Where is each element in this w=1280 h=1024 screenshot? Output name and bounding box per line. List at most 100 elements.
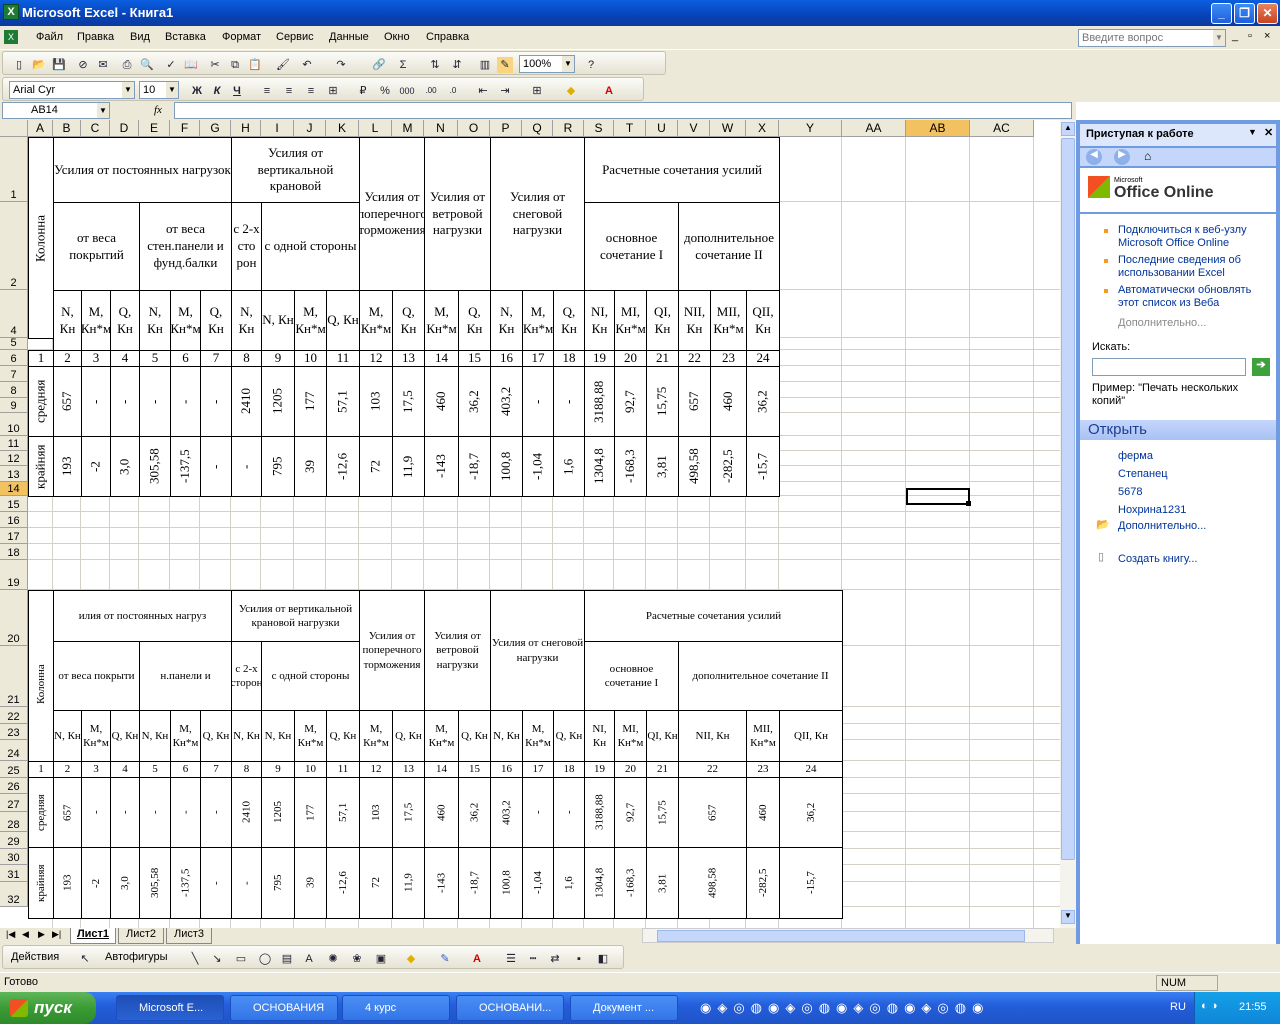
row-header-16[interactable]: 16 bbox=[0, 512, 28, 528]
chevron-down-icon[interactable]: ▼ bbox=[97, 103, 109, 118]
task-folder-4kurs[interactable]: 4 курс bbox=[342, 995, 450, 1021]
tray-icons[interactable]: ◐ ◑ bbox=[1201, 1000, 1217, 1012]
forward-icon[interactable]: ▶ bbox=[1114, 149, 1130, 165]
percent-icon[interactable]: % bbox=[377, 83, 393, 99]
column-header-I[interactable]: I bbox=[261, 120, 294, 137]
currency-icon[interactable]: ₽ bbox=[355, 83, 371, 99]
column-header-Q[interactable]: Q bbox=[522, 120, 553, 137]
font-select[interactable]: Arial Cyr ▼ bbox=[9, 81, 135, 99]
row-header-28[interactable]: 28 bbox=[0, 812, 28, 832]
active-cell-AB14[interactable] bbox=[906, 488, 970, 505]
column-header-V[interactable]: V bbox=[678, 120, 710, 137]
last-sheet-icon[interactable]: ▶| bbox=[52, 929, 61, 940]
help-icon[interactable]: ? bbox=[583, 57, 599, 73]
redo-icon[interactable]: ↷ bbox=[333, 57, 349, 73]
column-header-L[interactable]: L bbox=[359, 120, 392, 137]
column-header-G[interactable]: G bbox=[200, 120, 231, 137]
column-header-AA[interactable]: AA bbox=[842, 120, 906, 137]
chevron-down-icon[interactable]: ▼ bbox=[166, 82, 178, 98]
print-preview-icon[interactable]: 🔍 bbox=[139, 57, 155, 73]
column-header-E[interactable]: E bbox=[139, 120, 170, 137]
bold-button[interactable]: Ж bbox=[189, 83, 205, 99]
column-header-D[interactable]: D bbox=[110, 120, 139, 137]
column-header-N[interactable]: N bbox=[424, 120, 458, 137]
row-header-9[interactable]: 9 bbox=[0, 398, 28, 413]
column-header-U[interactable]: U bbox=[646, 120, 678, 137]
scroll-thumb[interactable] bbox=[1061, 138, 1075, 860]
name-box[interactable]: AB14 ▼ bbox=[2, 102, 110, 119]
row-header-29[interactable]: 29 bbox=[0, 832, 28, 849]
autoshapes-menu[interactable]: Автофигуры bbox=[105, 951, 168, 963]
font-size-select[interactable]: 10 ▼ bbox=[139, 81, 179, 99]
search-go-icon[interactable]: ➔ bbox=[1252, 358, 1270, 376]
row-header-10[interactable]: 10 bbox=[0, 413, 28, 436]
arrow-style-icon[interactable]: ⇄ bbox=[547, 951, 563, 967]
link-latest-news[interactable]: Последние сведения об использовании Exce… bbox=[1118, 254, 1266, 280]
task-folder-osnovaniya[interactable]: ОСНОВАНИЯ bbox=[230, 995, 338, 1021]
line-style-icon[interactable]: ☰ bbox=[503, 951, 519, 967]
recent-file-3[interactable]: 5678 bbox=[1118, 486, 1142, 499]
dash-style-icon[interactable]: ┅ bbox=[525, 951, 541, 967]
3d-icon[interactable]: ◧ bbox=[595, 951, 611, 967]
link-auto-update[interactable]: Автоматически обновлять этот список из В… bbox=[1118, 284, 1266, 310]
row-header-8[interactable]: 8 bbox=[0, 382, 28, 398]
autosum-icon[interactable]: Σ bbox=[395, 57, 411, 73]
row-header-26[interactable]: 26 bbox=[0, 778, 28, 794]
shadow-icon[interactable]: ▪ bbox=[571, 951, 587, 967]
rectangle-icon[interactable]: ▭ bbox=[233, 951, 249, 967]
fill-color-icon[interactable]: ◆ bbox=[563, 83, 579, 99]
fill-color-icon[interactable]: ◆ bbox=[403, 951, 419, 967]
increase-decimal-icon[interactable]: .00 bbox=[423, 83, 439, 99]
select-all-corner[interactable] bbox=[0, 120, 28, 137]
row-header-24[interactable]: 24 bbox=[0, 740, 28, 761]
row-header-11[interactable]: 11 bbox=[0, 436, 28, 451]
arrow-icon[interactable]: ↘ bbox=[209, 951, 225, 967]
column-header-R[interactable]: R bbox=[553, 120, 584, 137]
vertical-scrollbar[interactable]: ▲ ▼ bbox=[1060, 120, 1076, 928]
chevron-down-icon[interactable]: ▼ bbox=[122, 82, 134, 98]
row-header-22[interactable]: 22 bbox=[0, 707, 28, 724]
row-header-5[interactable]: 5 bbox=[0, 337, 28, 350]
chevron-down-icon[interactable]: ▼ bbox=[1248, 127, 1257, 137]
menu-format[interactable]: Формат bbox=[222, 31, 261, 43]
scroll-up-icon[interactable]: ▲ bbox=[1061, 122, 1075, 136]
hyperlink-icon[interactable]: 🔗 bbox=[371, 57, 387, 73]
print-icon[interactable]: ⎙ bbox=[119, 57, 135, 73]
scroll-down-icon[interactable]: ▼ bbox=[1061, 910, 1075, 924]
tab-sheet1[interactable]: Лист1 bbox=[70, 928, 116, 944]
column-header-W[interactable]: W bbox=[710, 120, 746, 137]
row-header-21[interactable]: 21 bbox=[0, 646, 28, 707]
column-header-F[interactable]: F bbox=[170, 120, 200, 137]
home-icon[interactable]: ⌂ bbox=[1144, 149, 1151, 163]
wordart-icon[interactable]: A bbox=[301, 951, 317, 967]
column-header-O[interactable]: O bbox=[458, 120, 490, 137]
row-header-31[interactable]: 31 bbox=[0, 865, 28, 882]
oval-icon[interactable]: ◯ bbox=[257, 951, 273, 967]
create-workbook-link[interactable]: Создать книгу... bbox=[1118, 553, 1197, 566]
column-header-S[interactable]: S bbox=[584, 120, 614, 137]
workbook-icon[interactable]: X bbox=[4, 30, 18, 44]
new-icon[interactable]: ▯ bbox=[11, 57, 27, 73]
row-header-25[interactable]: 25 bbox=[0, 761, 28, 778]
row-header-30[interactable]: 30 bbox=[0, 849, 28, 865]
picture-icon[interactable]: ▣ bbox=[373, 951, 389, 967]
close-button[interactable]: ✕ bbox=[1257, 3, 1278, 24]
line-icon[interactable]: ╲ bbox=[187, 951, 203, 967]
next-sheet-icon[interactable]: ▶ bbox=[38, 929, 45, 940]
link-more[interactable]: Дополнительно... bbox=[1118, 317, 1206, 330]
align-right-icon[interactable]: ≡ bbox=[303, 83, 319, 99]
row-header-15[interactable]: 15 bbox=[0, 496, 28, 512]
row-header-4[interactable]: 4 bbox=[0, 290, 28, 338]
row-header-2[interactable]: 2 bbox=[0, 202, 28, 290]
column-header-Y[interactable]: Y bbox=[779, 120, 842, 137]
recent-file-1[interactable]: ферма bbox=[1118, 450, 1153, 463]
zoom-select[interactable]: 100% ▼ bbox=[519, 55, 575, 73]
column-header-M[interactable]: M bbox=[392, 120, 424, 137]
tab-sheet2[interactable]: Лист2 bbox=[118, 928, 164, 944]
font-color-icon[interactable]: A bbox=[601, 83, 617, 99]
drawing-icon[interactable]: ✎ bbox=[497, 57, 513, 73]
column-header-P[interactable]: P bbox=[490, 120, 522, 137]
formula-input[interactable] bbox=[174, 102, 1072, 119]
more-files-link[interactable]: Дополнительно... bbox=[1118, 520, 1206, 533]
font-color-icon[interactable]: A bbox=[469, 951, 485, 967]
